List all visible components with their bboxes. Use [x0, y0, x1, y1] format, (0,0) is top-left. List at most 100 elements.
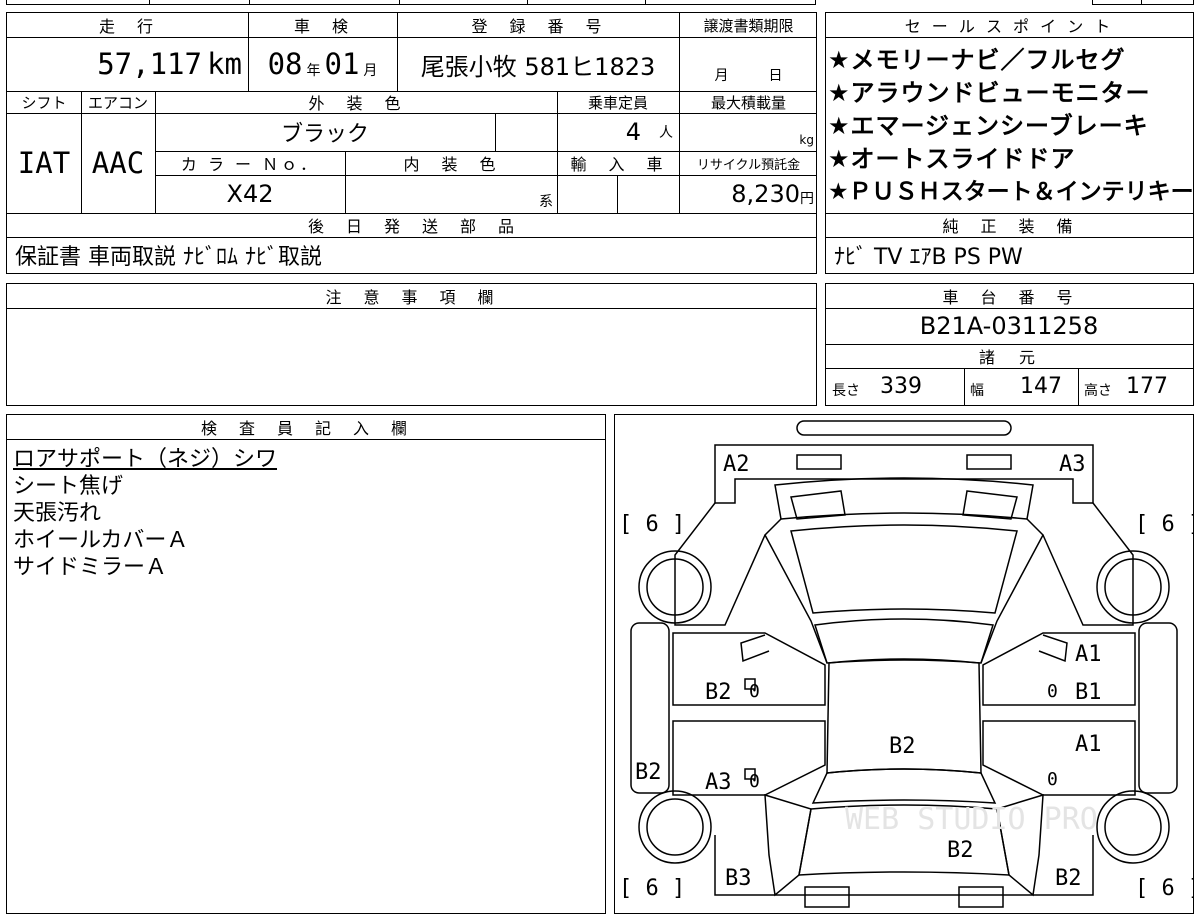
- shift-header: シフト: [21, 93, 67, 112]
- color-no-value: X42: [226, 180, 274, 208]
- rear-light-left-shape: [804, 886, 850, 908]
- sales-point: ★アラウンドビューモニター: [828, 78, 1151, 107]
- fender-left-shape: [674, 502, 766, 626]
- quarter-left-shape: [764, 793, 812, 897]
- hood-shape: [774, 477, 1034, 520]
- mark-door-rr-zero: 0: [1047, 769, 1058, 790]
- a-pillar-right-shape: [980, 518, 1044, 664]
- aircon-header: エアコン: [87, 93, 148, 112]
- parts-value: 保証書 車両取説 ﾅﾋﾞﾛﾑ ﾅﾋﾞ取説: [15, 245, 322, 270]
- a-pillar-left-shape: [764, 518, 828, 664]
- sales-point: ★メモリーナビ／フルセグ: [828, 45, 1126, 74]
- mark-tire-rl: [ 6 ]: [619, 876, 685, 901]
- transfer-value: 月日: [714, 68, 783, 84]
- registration-header: 登 録 番 号: [471, 17, 605, 36]
- rear-window-shape: [811, 768, 997, 804]
- fender-right-shape: [1042, 502, 1134, 626]
- spec-width: 幅 147: [970, 373, 1062, 400]
- sales-points-panel: セ ー ル ス ポ イ ン ト ★メモリーナビ／フルセグ ★アラウンドビューモニ…: [825, 12, 1194, 274]
- headlight-left-shape: [796, 454, 842, 470]
- inspector-line: 天張汚れ: [13, 500, 102, 526]
- exterior-value: ブラック: [280, 122, 369, 147]
- mark-side-left: B2: [635, 760, 662, 785]
- chassis-header: 車 台 番 号: [942, 288, 1076, 307]
- top-strip-right: [1092, 0, 1194, 5]
- inspector-header: 検 査 員 記 入 欄: [200, 419, 410, 438]
- capacity-value: 4人: [625, 118, 673, 146]
- inspector-panel: 検 査 員 記 入 欄 ロアサポート（ネジ）シワ シート焦げ 天張汚れ ホイール…: [6, 414, 606, 914]
- headlight-right-shape: [966, 454, 1012, 470]
- mark-door-rr: A1: [1075, 732, 1102, 757]
- chassis-panel: 車 台 番 号 B21A-0311258 諸 元 長さ 339 幅 147 高さ 17…: [825, 283, 1194, 406]
- mark-tire-fr: [ 6 ]: [1135, 512, 1193, 537]
- sill-right-shape: [1138, 622, 1178, 794]
- sales-point: ★エマージェンシーブレーキ: [828, 111, 1149, 140]
- recycle-value: 8,230 円: [731, 180, 814, 208]
- rear-light-right-shape: [958, 886, 1004, 908]
- mark-rear-left: B3: [725, 866, 752, 891]
- mileage-value: 57,117 km: [97, 47, 242, 81]
- top-strip: [6, 0, 816, 5]
- recycle-header: リサイクル預託金: [696, 157, 801, 173]
- mark-front-left: A2: [723, 452, 750, 477]
- wheel-rr-shape: [1096, 790, 1170, 864]
- front-bumper-shape: [796, 420, 1012, 436]
- inspection-value: 08 年 01 月: [267, 47, 378, 81]
- inspector-line: ロアサポート（ネジ）シワ: [13, 446, 278, 472]
- mark-door-fr-b: B1: [1075, 680, 1102, 705]
- chassis-number: B21A-0311258: [919, 312, 1099, 340]
- door-fr-shape: [982, 632, 1136, 706]
- watermark: WEB STUDIO PRO: [845, 802, 1098, 837]
- capacity-header: 乗車定員: [587, 93, 648, 112]
- inspector-line: ホイールカバーＡ: [13, 527, 189, 553]
- mark-tire-rr: [ 6 ]: [1135, 876, 1193, 901]
- mirror-left-shape: [740, 634, 770, 663]
- mark-door-rl: A3: [705, 770, 732, 795]
- notes-header: 注 意 事 項 欄: [325, 288, 497, 307]
- door-rr-shape: [982, 720, 1136, 796]
- mark-door-fr-zero: 0: [1047, 681, 1058, 702]
- load-header: 最大積載量: [710, 93, 786, 112]
- import-header: 輸 入 車: [570, 155, 666, 174]
- mark-rear-center: B2: [947, 838, 974, 863]
- notes-panel: 注 意 事 項 欄: [6, 283, 817, 406]
- mark-tire-fl: [ 6 ]: [619, 512, 685, 537]
- front-panel-shape: [714, 444, 1094, 504]
- exterior-header: 外 装 色: [308, 94, 404, 113]
- mirror-right-shape: [1038, 634, 1068, 663]
- aircon-value: AAC: [91, 146, 145, 180]
- transfer-header: 譲渡書類期限: [703, 16, 794, 35]
- equipment-value: ﾅﾋﾞ TV ｴｱB PS PW: [834, 245, 1023, 270]
- registration-value: 尾張小牧 581ヒ1823: [420, 52, 656, 81]
- mark-door-fl-zero: 0: [749, 681, 760, 702]
- cowl-shape: [814, 618, 994, 664]
- mark-door-rl-zero: 0: [749, 771, 760, 792]
- equipment-header: 純 正 装 備: [942, 217, 1076, 236]
- spec-height: 高さ 177: [1084, 373, 1168, 400]
- shift-value: IAT: [17, 146, 71, 180]
- mileage-header: 走 行: [98, 17, 156, 36]
- sales-point: ★オートスライドドア: [828, 144, 1076, 173]
- sales-point: ★ＰＵＳＨスタート＆インテリキー: [828, 179, 1194, 205]
- inspector-line: サイドミラーＡ: [13, 554, 168, 580]
- parts-header: 後 日 発 送 部 品: [307, 217, 517, 236]
- car-damage-diagram: WEB STUDIO PRO A2 A3 [ 6 ] [ 6 ] B2 0 B2…: [614, 414, 1194, 914]
- windshield-shape: [790, 524, 1018, 614]
- interior-header: 内 装 色: [403, 155, 499, 174]
- sales-header: セ ー ル ス ポ イ ン ト: [904, 17, 1114, 36]
- inspection-header: 車 検: [293, 17, 351, 36]
- rear-panel-shape: [714, 835, 1094, 896]
- mark-door-fl: B2: [705, 680, 732, 705]
- specs-header: 諸 元: [978, 348, 1039, 367]
- inspector-line: シート焦げ: [13, 473, 124, 499]
- mark-rear-right: B2: [1055, 866, 1082, 891]
- mark-roof: B2: [889, 734, 916, 759]
- spec-length: 長さ 339: [832, 373, 922, 400]
- vehicle-info-table: 走 行 車 検 登 録 番 号 譲渡書類期限 57,117 km 08 年 01 月 …: [6, 12, 817, 274]
- mark-door-fr-a: A1: [1075, 642, 1102, 667]
- interior-value: 系: [539, 194, 553, 210]
- mark-front-right: A3: [1059, 452, 1086, 477]
- load-value: kg: [799, 133, 814, 147]
- wheel-rl-shape: [638, 790, 712, 864]
- color-no-header: カ ラ ー Ｎｏ．: [180, 155, 320, 174]
